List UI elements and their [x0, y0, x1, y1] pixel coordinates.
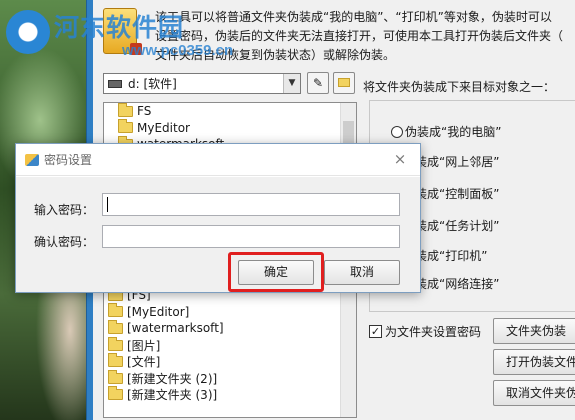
folder-item-label: MyEditor [137, 120, 190, 135]
radio-my-computer[interactable]: 伪装成“我的电脑” [391, 123, 501, 140]
text-caret [107, 197, 108, 212]
drive-select-value: d: [软件] [128, 77, 177, 91]
checkmark-icon: ✓ [369, 325, 382, 338]
folder-item[interactable]: [新建文件夹 (3)] [106, 386, 342, 404]
confirm-password-label: 确认密码： [34, 235, 95, 249]
close-icon[interactable]: × [392, 151, 408, 167]
dialog-body: 输入密码： 确认密码： 确定 取消 [16, 177, 420, 292]
dialog-titlebar[interactable]: 密码设置 × [16, 144, 420, 176]
folder-icon [108, 369, 123, 384]
folder-icon [338, 78, 350, 87]
disguise-folder-button[interactable]: 文件夹伪装 [493, 318, 575, 344]
app-description: 该工具可以将普通文件夹伪装成“我的电脑”、“打印机”等对象，伪装时可以 设置密码… [155, 10, 564, 62]
folder-icon [108, 303, 123, 318]
cancel-button[interactable]: 取消 [324, 260, 400, 285]
dialog-title: 密码设置 [44, 153, 93, 167]
drive-select[interactable]: d: [软件] ▼ [103, 73, 301, 94]
ok-button[interactable]: 确定 [238, 260, 314, 285]
folder-item-label: [新建文件夹 (2)] [127, 371, 218, 386]
folder-item-label: [新建文件夹 (3)] [127, 388, 218, 403]
folder-item-label: [图片] [127, 338, 161, 353]
folder-item-label: [文件] [127, 355, 161, 370]
target-object-label: 将文件夹伪装成下来目标对象之一： [363, 80, 556, 94]
open-disguised-button[interactable]: 打开伪装文件 [493, 349, 575, 375]
folder-item[interactable]: [新建文件夹 (2)] [106, 369, 342, 387]
edit-folder-button[interactable]: ✎ [307, 72, 329, 94]
dialog-app-icon [25, 153, 39, 166]
folder-item-label: FS [137, 104, 152, 119]
folder-item[interactable]: FS [116, 103, 356, 120]
new-folder-button[interactable] [333, 72, 355, 94]
confirm-password-input[interactable] [102, 225, 400, 248]
radio-circle-icon [391, 125, 403, 138]
edit-icon: ✎ [312, 76, 324, 90]
folder-icon [108, 386, 123, 401]
folder-item-label: [MyEditor] [127, 304, 190, 319]
set-password-label: 为文件夹设置密码 [385, 325, 482, 339]
folder-item-label: [watermarksoft] [127, 321, 224, 336]
folder-lock-icon [103, 8, 142, 55]
radio-label: 伪装成“我的电脑” [405, 125, 502, 139]
folder-item[interactable]: [watermarksoft] [106, 319, 342, 337]
password-label: 输入密码： [34, 203, 95, 217]
set-password-checkbox[interactable]: ✓ 为文件夹设置密码 [369, 323, 481, 340]
cancel-disguise-button[interactable]: 取消文件夹伪 [493, 380, 575, 406]
folder-icon [108, 353, 123, 368]
folder-icon [118, 119, 133, 134]
folder-icon [118, 103, 133, 117]
folder-item[interactable]: [MyEditor] [106, 303, 342, 321]
password-input[interactable] [102, 193, 400, 216]
folder-item[interactable]: MyEditor [116, 119, 356, 137]
drive-icon [108, 79, 122, 88]
password-dialog: 密码设置 × 输入密码： 确认密码： 确定 取消 [15, 143, 421, 293]
folder-item[interactable]: [文件] [106, 353, 342, 370]
chevron-down-icon[interactable]: ▼ [283, 74, 300, 93]
folder-icon [108, 336, 123, 351]
folder-item[interactable]: [图片] [106, 336, 342, 354]
folder-icon [108, 319, 123, 334]
